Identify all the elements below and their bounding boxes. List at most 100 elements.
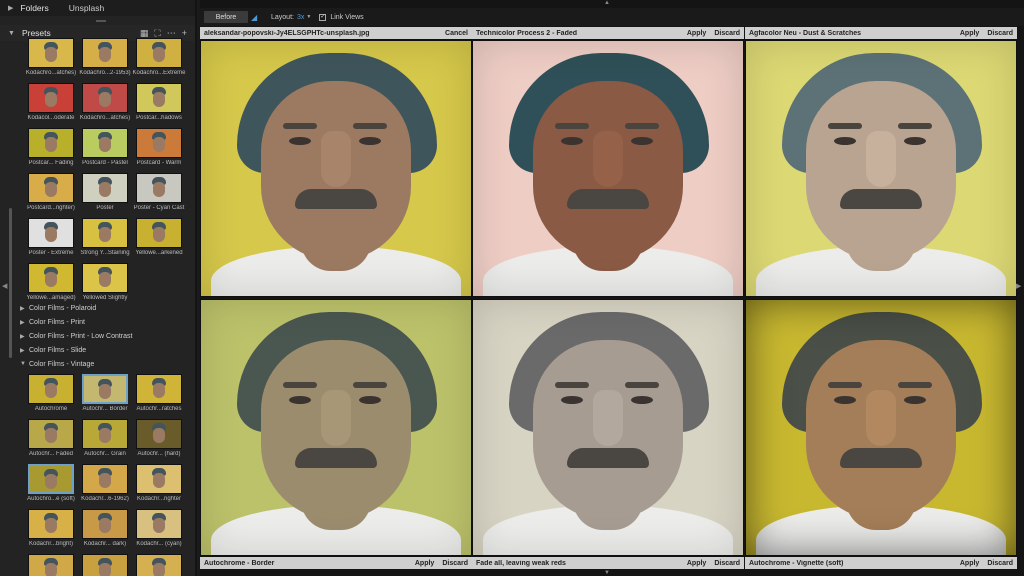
preset-thumbnail[interactable]: Poster - Extreme <box>27 218 75 265</box>
more-icon[interactable]: ⋯ <box>167 28 176 39</box>
preset-thumbnail[interactable]: Kodachr...6-1962) <box>81 464 129 511</box>
preset-thumbnail[interactable]: Kodachro...atches) <box>80 83 130 130</box>
preset-thumbnail[interactable]: Kodachro...atches) <box>26 38 76 85</box>
preset-thumbnail[interactable]: Autochr... Faded <box>27 419 75 466</box>
link-views-checkbox[interactable]: ✓ <box>319 13 327 21</box>
preset-label: Kodachro...Extreme <box>132 70 186 76</box>
split-view-icon[interactable]: ◢ <box>251 13 261 22</box>
sidebar-scrollbar[interactable] <box>9 208 12 358</box>
preset-preview-image <box>136 173 182 203</box>
apply-button[interactable]: Apply <box>960 30 979 37</box>
preset-label: Yellowe...arkened <box>135 250 183 256</box>
apply-button[interactable]: Apply <box>960 560 979 567</box>
preset-thumbnail[interactable] <box>135 554 183 576</box>
preset-thumbnail[interactable]: Kodachro...Extreme <box>132 38 186 85</box>
preset-preview-image <box>136 38 182 68</box>
fit-icon[interactable]: ⛶ <box>154 28 160 39</box>
preset-label: Postcard - Warm <box>136 160 182 166</box>
apply-button[interactable]: Apply <box>415 560 434 567</box>
preset-preview-image <box>28 464 74 494</box>
cancel-button[interactable]: Cancel <box>445 30 468 37</box>
preview-image <box>473 300 743 555</box>
preset-thumbnail[interactable]: Autochro...e (soft) <box>27 464 75 511</box>
apply-button[interactable]: Apply <box>687 30 706 37</box>
preset-thumbnail[interactable]: Kodacol...oderate <box>27 83 75 130</box>
preview-panel[interactable]: Autochrome - Vignette (soft) Apply Discard <box>745 299 1017 569</box>
preset-label: Autochr... Faded <box>28 451 74 457</box>
category-item[interactable]: ▶ Color Films - Print <box>20 315 190 329</box>
preset-label: Poster - Extreme <box>28 250 74 256</box>
preview-image <box>473 41 743 296</box>
category-label: Color Films - Slide <box>29 346 87 354</box>
category-item[interactable]: ▶ Color Films - Print - Low Contrast <box>20 329 190 343</box>
collapse-left-icon[interactable]: ◀ <box>2 282 7 290</box>
preset-thumbnail[interactable] <box>27 554 75 576</box>
preset-thumbnail[interactable]: Autochr... (hard) <box>135 419 183 466</box>
preset-label: Kodachr... dark) <box>83 541 127 547</box>
discard-button[interactable]: Discard <box>714 560 740 567</box>
preset-label: Autochr... Border <box>82 406 128 412</box>
preset-label: Kodachr... (cyan) <box>136 541 182 547</box>
discard-button[interactable]: Discard <box>442 560 468 567</box>
preset-thumbnail[interactable]: Kodachr...bright) <box>27 509 75 556</box>
preset-thumbnail[interactable]: Postcard - Pastel <box>81 128 129 175</box>
chevron-down-icon: ▼ <box>306 14 312 20</box>
category-item[interactable]: ▶ Color Films - Polaroid <box>20 301 190 315</box>
preset-label: Autochro...e (soft) <box>27 496 75 502</box>
preset-preview-image <box>82 509 128 539</box>
category-item[interactable]: ▼ Color Films - Vintage <box>20 357 190 371</box>
preset-thumbnail[interactable]: Strong Y...Staining <box>80 218 130 265</box>
preset-thumbnail[interactable]: Autochr...ratches <box>135 374 183 421</box>
preset-thumbnail[interactable]: Postcar...hadows <box>135 83 183 130</box>
preset-preview-image <box>82 464 128 494</box>
folders-section-header[interactable]: ▶ Folders Unsplash <box>0 0 195 16</box>
preview-panel[interactable]: aleksandar-popovski-Jy4ELSGPHTc-unsplash… <box>200 27 472 297</box>
collapse-bottom-icon[interactable]: ▼ <box>604 570 610 576</box>
preset-thumbnail[interactable]: Poster <box>81 173 129 220</box>
preset-thumbnail[interactable]: Autochr... Border <box>81 374 129 421</box>
panel-header: Autochrome - Border Apply Discard <box>200 557 472 569</box>
preset-label: Kodachr...6-1962) <box>81 496 129 502</box>
preview-panel[interactable]: Autochrome - Border Apply Discard <box>200 299 472 569</box>
preset-thumbnail[interactable]: Postcard...righter) <box>27 173 75 220</box>
add-icon[interactable]: + <box>182 28 187 39</box>
preset-label: Kodacol...oderate <box>27 115 75 121</box>
preset-thumbnail[interactable]: Kodachr... (cyan) <box>135 509 183 556</box>
link-views-label: Link Views <box>330 13 364 21</box>
discard-button[interactable]: Discard <box>987 560 1013 567</box>
layout-select[interactable]: 3x <box>297 14 304 21</box>
preview-panel[interactable]: Technicolor Process 2 - Faded Apply Discar… <box>472 27 744 297</box>
preview-panel[interactable]: Fade all, leaving weak reds Apply Discard <box>472 299 744 569</box>
preset-thumbnail[interactable]: Postcar... Fading <box>27 128 75 175</box>
preset-thumbnail[interactable]: Kodachr... dark) <box>81 509 129 556</box>
apply-button[interactable]: Apply <box>687 560 706 567</box>
panel-header: Technicolor Process 2 - Faded Apply Discar… <box>472 27 744 39</box>
preset-label: Strong Y...Staining <box>80 250 130 256</box>
chevron-right-icon: ▶ <box>20 347 25 354</box>
grid-view-icon[interactable]: ▦ <box>140 28 149 39</box>
preset-preview-image <box>82 374 128 404</box>
preset-thumbnail[interactable]: Kodachr...righter <box>135 464 183 511</box>
preset-thumbnail[interactable]: Postcard - Warm <box>135 128 183 175</box>
preset-thumbnail[interactable]: Kodachro...2-1953) <box>79 38 131 85</box>
discard-button[interactable]: Discard <box>987 30 1013 37</box>
preset-thumbnail[interactable]: Yellowe...arkened <box>135 218 183 265</box>
panel-title: Autochrome - Vignette (soft) <box>749 559 844 567</box>
collapse-top-icon[interactable]: ▲ <box>604 0 610 6</box>
preset-thumbnail[interactable] <box>81 554 129 576</box>
preset-label: Poster <box>96 205 114 211</box>
discard-button[interactable]: Discard <box>714 30 740 37</box>
preview-panel[interactable]: Agfacolor Neu - Dust & Scratches Apply Dis… <box>745 27 1017 297</box>
panel-title: Autochrome - Border <box>204 559 275 567</box>
preset-thumbnail[interactable]: Poster - Cyan Cast <box>134 173 184 220</box>
preset-thumbnail[interactable]: Autochrome <box>27 374 75 421</box>
preset-label: Kodachr...righter <box>136 496 182 502</box>
preset-label: Postcar...hadows <box>136 115 182 121</box>
preset-thumbnail[interactable]: Autochr... Grain <box>81 419 129 466</box>
preset-preview-image <box>82 83 128 113</box>
chevron-right-icon: ▶ <box>20 319 25 326</box>
collapse-right-icon[interactable]: ▶ <box>1016 282 1021 290</box>
before-button[interactable]: Before <box>204 11 248 23</box>
category-item[interactable]: ▶ Color Films - Slide <box>20 343 190 357</box>
resize-grip[interactable] <box>96 20 106 22</box>
